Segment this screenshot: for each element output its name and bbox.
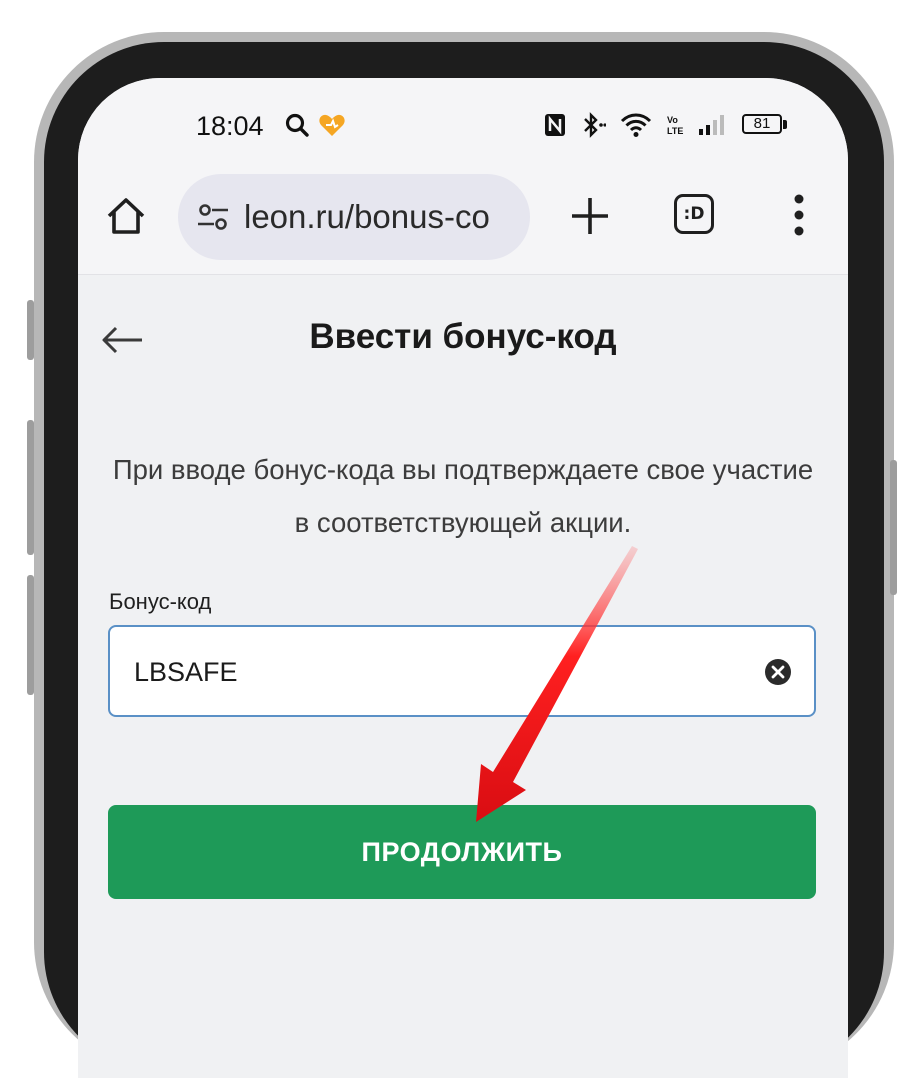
search-icon bbox=[285, 113, 309, 137]
side-key bbox=[890, 460, 897, 595]
address-bar[interactable]: leon.ru/bonus-co bbox=[178, 174, 530, 260]
home-icon[interactable] bbox=[104, 194, 148, 238]
side-key bbox=[27, 575, 34, 695]
status-bar: 18:04 Vo LTE 81 bbox=[78, 78, 848, 174]
volte-icon: Vo LTE bbox=[667, 115, 683, 136]
svg-text:Vo: Vo bbox=[667, 115, 678, 125]
phone-screen: 18:04 Vo LTE 81 leon.ru/bonus-co:D Ввес… bbox=[78, 78, 848, 1078]
url-text: leon.ru/bonus-co bbox=[244, 198, 490, 235]
page-content: Ввести бонус-код При вводе бонус-кода вы… bbox=[78, 275, 848, 1078]
continue-button[interactable]: ПРОДОЛЖИТЬ bbox=[108, 805, 816, 899]
description-text: При вводе бонус-кода вы подтверждаете св… bbox=[112, 454, 814, 538]
bluetooth-icon bbox=[584, 112, 606, 138]
status-icons: Vo LTE 81 bbox=[544, 112, 788, 138]
nfc-icon bbox=[545, 114, 565, 136]
side-key bbox=[27, 300, 34, 360]
tabs-icon[interactable]: :D bbox=[674, 194, 714, 234]
battery-level: 81 bbox=[753, 115, 771, 132]
bonus-code-label: Бонус-код bbox=[109, 589, 212, 614]
plus-icon[interactable] bbox=[566, 192, 614, 240]
browser-toolbar: leon.ru/bonus-co :D bbox=[78, 174, 848, 275]
battery-icon: 81 bbox=[742, 114, 788, 136]
status-time: 18:04 bbox=[196, 111, 264, 141]
tabs-label: :D bbox=[683, 204, 705, 224]
site-settings-icon[interactable] bbox=[196, 200, 230, 234]
more-vert-icon[interactable] bbox=[778, 190, 820, 240]
bonus-code-input[interactable] bbox=[132, 627, 736, 717]
clear-icon[interactable] bbox=[764, 658, 792, 686]
wifi-icon bbox=[620, 113, 652, 137]
side-key bbox=[27, 420, 34, 555]
bonus-code-field[interactable] bbox=[108, 625, 816, 717]
page-title: Ввести бонус-код bbox=[309, 317, 617, 356]
svg-text:LTE: LTE bbox=[667, 126, 683, 136]
heart-icon bbox=[319, 114, 345, 136]
signal-icon bbox=[699, 115, 724, 135]
